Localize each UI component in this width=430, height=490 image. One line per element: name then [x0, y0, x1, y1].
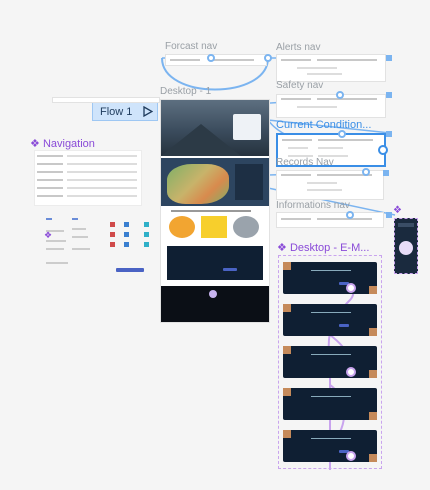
connector-node[interactable] [346, 211, 354, 219]
frame-label-current-conditions[interactable]: Current Condition... [276, 119, 371, 131]
flow-start-tag[interactable]: Flow 1 [92, 101, 158, 121]
frame-label-records-nav[interactable]: Records Nav [276, 157, 334, 168]
component-label-navigation[interactable]: ❖ Navigation [30, 137, 95, 150]
selection-handle[interactable] [378, 145, 388, 155]
frame-header-nav[interactable] [52, 97, 160, 103]
prototype-node[interactable] [346, 451, 356, 461]
component-navigation[interactable] [34, 150, 142, 206]
newsletter-section [167, 246, 263, 280]
play-icon[interactable] [143, 106, 153, 117]
frame-label-forecast-nav[interactable]: Forcast nav [165, 41, 217, 52]
frame-forecast-nav[interactable] [165, 54, 267, 66]
connector-node[interactable] [264, 54, 272, 62]
component-icon: ❖ [30, 138, 40, 150]
frame-desktop-email[interactable] [278, 255, 382, 469]
component-icon: ❖ [44, 230, 53, 240]
connector-node[interactable] [336, 91, 344, 99]
connector-end [386, 92, 392, 98]
prototype-node[interactable] [346, 283, 356, 293]
email-card[interactable] [283, 346, 377, 378]
footer-logo [209, 290, 217, 298]
card-image [233, 216, 259, 238]
frame-label-desktop-1[interactable]: Desktop - 1 [160, 86, 211, 97]
component-icons-red[interactable] [108, 216, 118, 256]
map-legend [235, 164, 263, 200]
component-icon: ❖ [277, 242, 287, 254]
connector-node[interactable] [207, 54, 215, 62]
frame-label-desktop-email[interactable]: ❖ Desktop - E-M... [277, 241, 369, 254]
component-small-list[interactable] [46, 218, 70, 264]
frame-label-alerts-nav[interactable]: Alerts nav [276, 42, 320, 53]
card-image [201, 216, 227, 238]
email-card[interactable] [283, 430, 377, 462]
frame-mobile[interactable] [394, 218, 418, 274]
card-image [169, 216, 195, 238]
component-icons-teal[interactable] [142, 216, 152, 256]
email-card[interactable] [283, 388, 377, 420]
connector-end [386, 55, 392, 61]
hero-mountain [161, 124, 241, 156]
component-icon: ❖ [393, 205, 402, 216]
connector-end [386, 131, 392, 137]
frame-label-informations-nav[interactable]: Informations nav [276, 200, 350, 211]
connector-end [386, 212, 392, 218]
weather-widget [233, 114, 261, 140]
frame-alerts-nav[interactable] [276, 54, 386, 82]
component-button[interactable] [116, 268, 144, 272]
frame-informations-nav[interactable] [276, 212, 384, 228]
flow-label: Flow 1 [100, 106, 133, 118]
frame-safety-nav[interactable] [276, 94, 386, 118]
frame-label-safety-nav[interactable]: Safety nav [276, 80, 323, 91]
email-card[interactable] [283, 304, 377, 336]
map-land [167, 164, 229, 204]
frame-desktop-1[interactable] [160, 99, 270, 323]
connector-node[interactable] [362, 168, 370, 176]
connector-node[interactable] [338, 130, 346, 138]
component-icons-blue[interactable] [122, 216, 132, 256]
component-small-list[interactable] [72, 218, 92, 258]
connector-end [383, 170, 389, 176]
prototype-node[interactable] [346, 367, 356, 377]
email-card[interactable] [283, 262, 377, 294]
